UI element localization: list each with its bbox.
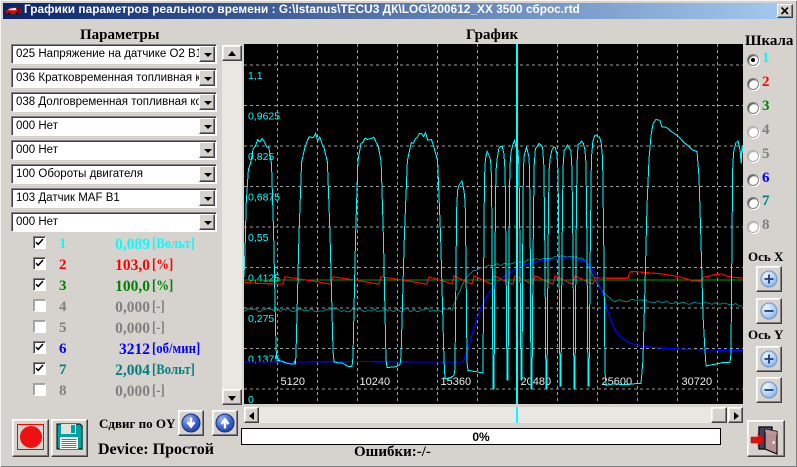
svg-text:10240: 10240 xyxy=(360,376,391,388)
svg-text:1,1: 1,1 xyxy=(248,70,263,82)
svg-text:0,55: 0,55 xyxy=(248,232,269,244)
svg-text:0,275: 0,275 xyxy=(248,313,274,325)
svg-text:30720: 30720 xyxy=(682,376,713,388)
svg-text:5120: 5120 xyxy=(281,376,305,388)
svg-text:0,1375: 0,1375 xyxy=(248,354,280,366)
svg-text:0,6875: 0,6875 xyxy=(248,192,280,204)
svg-text:0: 0 xyxy=(248,394,254,404)
svg-text:0,9625: 0,9625 xyxy=(248,111,280,123)
svg-text:20480: 20480 xyxy=(521,376,552,388)
